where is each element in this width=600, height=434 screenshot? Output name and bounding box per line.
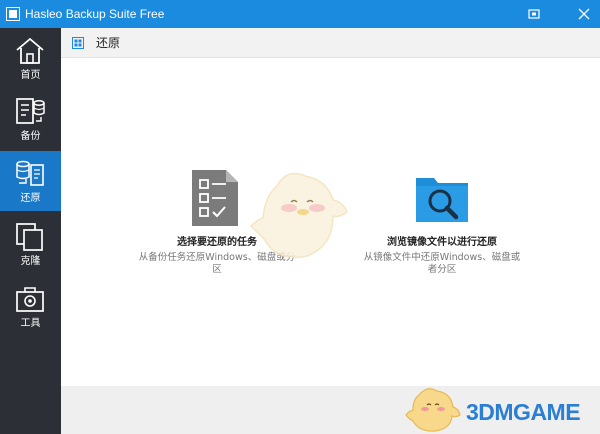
task-checklist-icon <box>192 170 238 226</box>
mascot-watermark <box>249 172 348 258</box>
page-title: 还原 <box>96 36 121 50</box>
clone-icon <box>16 223 43 251</box>
folder-search-icon <box>416 178 468 222</box>
close-icon <box>578 8 590 20</box>
sidebar-item-label: 首页 <box>20 70 41 81</box>
restore-window-button[interactable] <box>520 0 548 28</box>
sidebar-item-label: 工具 <box>20 318 41 329</box>
sidebar-item-label: 克隆 <box>20 256 41 267</box>
option-description: 从镜像文件中还原Windows、磁盘或 <box>363 252 521 263</box>
home-icon <box>16 37 44 64</box>
browse-image-file-option[interactable]: 浏览镜像文件以进行还原 从镜像文件中还原Windows、磁盘或 者分区 <box>357 168 527 280</box>
sidebar-item-label: 备份 <box>20 131 41 142</box>
sidebar-item-home[interactable]: 首页 <box>0 28 61 88</box>
option-title: 浏览镜像文件以进行还原 <box>387 237 497 248</box>
sidebar-item-backup[interactable]: 备份 <box>0 89 61 149</box>
backup-icon <box>16 98 45 124</box>
sidebar-item-clone[interactable]: 克隆 <box>0 214 61 274</box>
tools-icon <box>16 287 44 312</box>
close-button[interactable] <box>570 0 598 28</box>
page-header: 还原 <box>61 28 600 58</box>
watermark-mascot-icon <box>405 388 461 432</box>
main-content: 选择要还原的任务 从备份任务还原Windows、磁盘或分 区 浏览镜像文件以进行… <box>61 58 600 386</box>
sidebar-item-restore[interactable]: 还原 <box>0 151 61 211</box>
option-description-cont: 者分区 <box>427 264 457 275</box>
sidebar-item-tools[interactable]: 工具 <box>0 276 61 336</box>
restore-icon <box>16 160 44 186</box>
grid-icon <box>72 37 84 49</box>
window-restore-icon <box>528 9 540 19</box>
sidebar: 首页 备份 还原 克隆 工具 <box>0 28 61 434</box>
title-bar: Hasleo Backup Suite Free <box>0 0 600 28</box>
sidebar-item-label: 还原 <box>20 193 41 204</box>
app-logo-icon <box>6 7 20 21</box>
watermark-text: 3DMGAME <box>466 399 581 425</box>
window-title: Hasleo Backup Suite Free <box>25 7 165 21</box>
